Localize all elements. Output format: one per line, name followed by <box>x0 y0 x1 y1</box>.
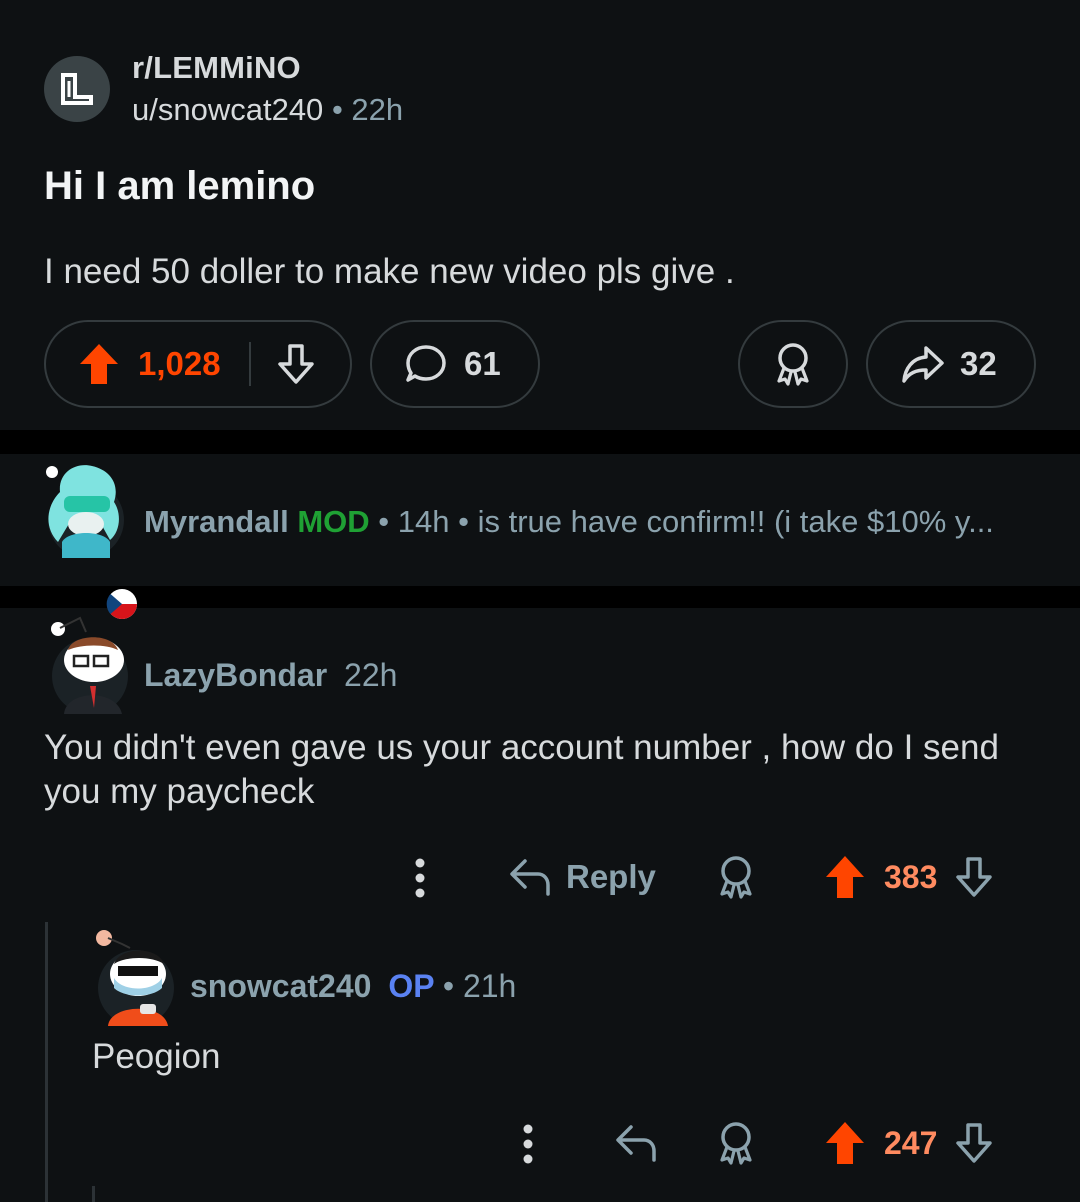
subreddit-icon[interactable] <box>44 56 110 122</box>
avatar[interactable] <box>40 462 132 562</box>
comment-author[interactable]: Myrandall <box>144 504 289 539</box>
subreddit-name[interactable]: r/LEMMiNO <box>132 50 301 86</box>
meta-separator: • <box>331 92 343 127</box>
post-meta: u/snowcat240 • 22h <box>132 92 403 128</box>
upvote-icon[interactable] <box>824 1120 866 1166</box>
reply-icon <box>508 856 552 898</box>
post-author[interactable]: u/snowcat240 <box>132 92 323 127</box>
award-button[interactable] <box>738 320 848 408</box>
comment-body: Peogion <box>92 1037 221 1076</box>
comment-author[interactable]: snowcat240 <box>190 968 371 1004</box>
post-card: r/LEMMiNO u/snowcat240 • 22h Hi I am lem… <box>0 0 1080 430</box>
comment-time: 21h <box>462 968 517 1004</box>
more-icon[interactable] <box>514 1122 542 1166</box>
flag-icon <box>106 588 138 625</box>
award-icon[interactable] <box>714 854 758 900</box>
reply-label: Reply <box>566 858 656 895</box>
upvote-icon[interactable] <box>824 854 866 900</box>
mod-badge: MOD <box>297 504 370 539</box>
upvote-icon[interactable] <box>78 342 120 386</box>
meta-separator: • <box>458 504 469 539</box>
reply-button[interactable]: Reply <box>508 854 656 900</box>
downvote-icon[interactable] <box>953 1121 995 1165</box>
vote-count: 1,028 <box>138 345 221 382</box>
vote-divider <box>248 342 251 386</box>
comments-button[interactable]: 61 <box>370 320 540 408</box>
comment-icon <box>404 342 448 386</box>
share-count: 32 <box>960 345 997 382</box>
vote-bar: 383 <box>824 852 995 902</box>
reply-icon[interactable] <box>614 1122 658 1164</box>
avatar[interactable] <box>92 926 182 1030</box>
section-divider <box>0 586 1080 608</box>
award-icon <box>771 341 815 387</box>
comment-header: snowcat240 OP • 21h <box>190 968 516 1005</box>
comment-time: 22h <box>344 657 398 693</box>
comment-author[interactable]: LazyBondar <box>144 657 327 693</box>
op-badge: OP <box>388 968 434 1004</box>
comment-score: 247 <box>884 1124 938 1161</box>
avatar[interactable] <box>46 588 142 718</box>
comment-preview: is true have confirm!! (i take $10% y... <box>477 504 994 539</box>
post-title: Hi I am lemino <box>44 164 316 208</box>
meta-separator: • <box>442 968 455 1004</box>
downvote-icon[interactable] <box>953 855 995 899</box>
meta-separator: • <box>378 504 390 539</box>
vote-bar: 247 <box>824 1118 995 1168</box>
award-icon[interactable] <box>714 1120 758 1166</box>
thread-line[interactable] <box>92 1186 95 1202</box>
post-time: 22h <box>351 92 404 127</box>
comment-score: 383 <box>884 858 938 895</box>
section-divider <box>0 430 1080 454</box>
share-button[interactable]: 32 <box>866 320 1036 408</box>
thread-line[interactable] <box>45 922 48 1202</box>
comment-time: 14h <box>397 504 450 539</box>
vote-bar: 1,028 <box>44 320 352 408</box>
comment-header: LazyBondar 22h <box>144 657 397 694</box>
more-icon[interactable] <box>406 856 434 900</box>
comment-body: You didn't even gave us your account num… <box>44 728 999 811</box>
comment-count: 61 <box>464 345 501 382</box>
share-icon <box>900 342 946 386</box>
downvote-icon[interactable] <box>275 342 317 386</box>
collapsed-comment-line: Myrandall MOD • 14h • is true have confi… <box>144 504 1044 540</box>
post-body: I need 50 doller to make new video pls g… <box>44 252 735 291</box>
